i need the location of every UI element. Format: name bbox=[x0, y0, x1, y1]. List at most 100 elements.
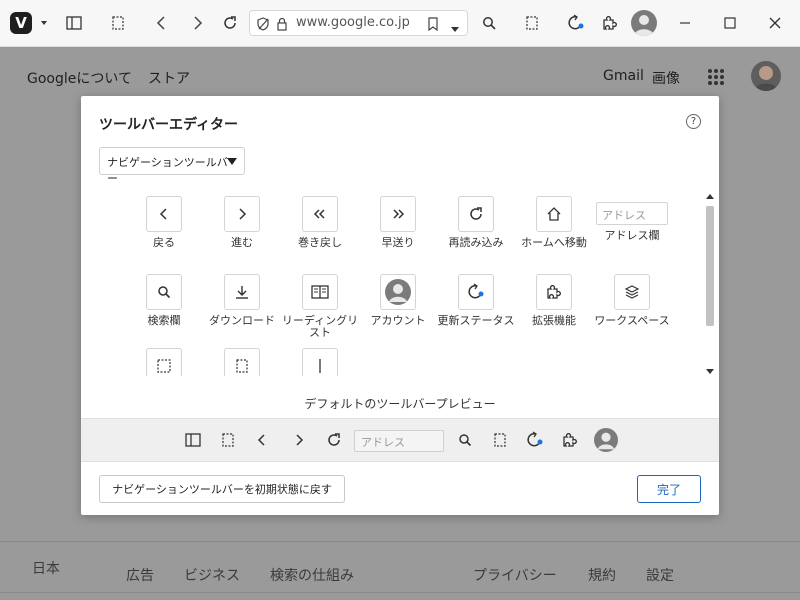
back-icon[interactable] bbox=[146, 196, 182, 232]
tool-reload[interactable]: 再読み込み bbox=[436, 196, 516, 249]
account-icon[interactable] bbox=[593, 427, 619, 453]
browser-toolbar: V www.google.co.jp bbox=[0, 0, 800, 47]
grid-scrollbar[interactable] bbox=[703, 192, 715, 376]
footer-how-search-works-link[interactable]: 検索の仕組み bbox=[270, 565, 354, 585]
toolbar-preview: アドレス bbox=[81, 418, 719, 462]
update-status-icon[interactable] bbox=[562, 9, 590, 37]
gmail-link[interactable]: Gmail bbox=[603, 68, 644, 84]
address-field-preview[interactable]: アドレス bbox=[596, 202, 668, 225]
scroll-thumb[interactable] bbox=[706, 206, 714, 326]
reading-list-icon[interactable] bbox=[302, 274, 338, 310]
tab-stack-icon[interactable] bbox=[104, 9, 132, 37]
tool-label: リーディングリスト bbox=[281, 314, 359, 339]
bookmark-icon[interactable] bbox=[427, 16, 439, 35]
minimize-icon[interactable] bbox=[671, 9, 699, 37]
preview-label: デフォルトのツールバープレビュー bbox=[304, 397, 496, 411]
tracker-blocker-icon[interactable] bbox=[256, 16, 270, 35]
apps-grid-icon[interactable] bbox=[707, 68, 725, 90]
forward-icon[interactable] bbox=[286, 427, 312, 453]
tool-address-field[interactable]: アドレス アドレス欄 bbox=[592, 192, 672, 242]
tool-label: 進む bbox=[231, 236, 253, 249]
account-icon[interactable] bbox=[380, 274, 416, 310]
profile-avatar[interactable] bbox=[751, 61, 781, 91]
url-text[interactable]: www.google.co.jp bbox=[296, 15, 410, 30]
tool-back[interactable]: 戻る bbox=[124, 196, 204, 249]
tool-forward[interactable]: 進む bbox=[202, 196, 282, 249]
tool-label: 検索欄 bbox=[147, 314, 181, 327]
rewind-icon[interactable] bbox=[302, 196, 338, 232]
images-link[interactable]: 画像 bbox=[652, 68, 680, 88]
home-icon[interactable] bbox=[536, 196, 572, 232]
tool-label: アドレス欄 bbox=[604, 229, 660, 242]
footer-business-link[interactable]: ビジネス bbox=[184, 565, 240, 585]
fixed-space-icon[interactable] bbox=[224, 348, 260, 376]
search-icon[interactable] bbox=[475, 9, 503, 37]
flexible-space-icon[interactable] bbox=[146, 348, 182, 376]
reload-icon[interactable] bbox=[321, 427, 347, 453]
address-bar[interactable]: www.google.co.jp bbox=[249, 10, 468, 36]
panel-toggle-icon[interactable] bbox=[180, 427, 206, 453]
country-label: 日本 bbox=[32, 561, 60, 577]
tool-home[interactable]: ホームへ移動 bbox=[514, 196, 594, 249]
address-dropdown-icon[interactable] bbox=[450, 19, 460, 38]
reload-icon[interactable] bbox=[458, 196, 494, 232]
fast-forward-icon[interactable] bbox=[380, 196, 416, 232]
extensions-icon[interactable] bbox=[536, 274, 572, 310]
back-icon[interactable] bbox=[249, 427, 275, 453]
forward-icon[interactable] bbox=[183, 9, 211, 37]
tool-fixed-space[interactable] bbox=[202, 348, 282, 376]
done-button[interactable]: 完了 bbox=[637, 475, 701, 503]
divider-icon[interactable] bbox=[302, 348, 338, 376]
tool-reading-list[interactable]: リーディングリスト bbox=[280, 274, 360, 339]
tool-search[interactable]: 検索欄 bbox=[124, 274, 204, 327]
store-link[interactable]: ストア bbox=[148, 68, 190, 88]
tool-label: アカウント bbox=[370, 314, 426, 327]
tool-fast-forward[interactable]: 早送り bbox=[358, 196, 438, 249]
scroll-down-icon[interactable] bbox=[706, 369, 714, 374]
search-icon[interactable] bbox=[146, 274, 182, 310]
tool-flexible-space[interactable] bbox=[124, 348, 204, 376]
close-icon[interactable] bbox=[761, 9, 789, 37]
workspace-icon[interactable] bbox=[487, 427, 513, 453]
tool-account[interactable]: アカウント bbox=[358, 274, 438, 327]
menu-chevron-icon[interactable] bbox=[30, 9, 58, 37]
about-google-link[interactable]: Googleについて bbox=[27, 68, 132, 88]
update-status-icon[interactable] bbox=[522, 427, 548, 453]
panel-toggle-icon[interactable] bbox=[60, 9, 88, 37]
back-icon[interactable] bbox=[148, 9, 176, 37]
help-icon[interactable]: ? bbox=[686, 114, 701, 129]
toolbar-select[interactable]: ナビゲーションツールバー bbox=[99, 147, 245, 185]
tool-update-status[interactable]: 更新ステータス bbox=[436, 274, 516, 327]
vivaldi-menu-icon[interactable]: V bbox=[10, 12, 32, 34]
extensions-icon[interactable] bbox=[557, 427, 583, 453]
footer-ads-link[interactable]: 広告 bbox=[126, 565, 154, 585]
footer-settings-link[interactable]: 設定 bbox=[646, 565, 674, 585]
tool-workspaces[interactable]: ワークスペース bbox=[592, 274, 672, 327]
reset-toolbar-button[interactable]: ナビゲーションツールバーを初期状態に戻す bbox=[99, 475, 345, 503]
address-field-preview[interactable]: アドレス bbox=[354, 430, 444, 452]
account-avatar[interactable] bbox=[631, 10, 657, 36]
tool-divider[interactable] bbox=[280, 348, 360, 376]
update-status-icon[interactable] bbox=[458, 274, 494, 310]
workspaces-icon[interactable] bbox=[614, 274, 650, 310]
tab-stack-icon[interactable] bbox=[215, 427, 241, 453]
toolbar-items-grid: 戻る 進む 巻き戻し 早送り 再読み込み ホームへ移動 アドレス アドレス欄 検… bbox=[81, 192, 703, 376]
toolbar-select-value: ナビゲーションツールバー bbox=[107, 156, 228, 185]
tool-rewind[interactable]: 巻き戻し bbox=[280, 196, 360, 249]
forward-icon[interactable] bbox=[224, 196, 260, 232]
workspace-icon[interactable] bbox=[518, 9, 546, 37]
tool-extensions[interactable]: 拡張機能 bbox=[514, 274, 594, 327]
scroll-up-icon[interactable] bbox=[706, 194, 714, 199]
search-icon[interactable] bbox=[452, 427, 478, 453]
download-icon[interactable] bbox=[224, 274, 260, 310]
footer-terms-link[interactable]: 規約 bbox=[588, 565, 616, 585]
tool-download[interactable]: ダウンロード bbox=[202, 274, 282, 327]
tool-label: ワークスペース bbox=[594, 314, 670, 327]
footer-privacy-link[interactable]: プライバシー bbox=[473, 565, 557, 585]
footer-country-bar: 日本 bbox=[0, 541, 800, 593]
chevron-down-icon bbox=[227, 158, 237, 165]
extensions-icon[interactable] bbox=[596, 9, 624, 37]
reload-icon[interactable] bbox=[216, 9, 244, 37]
lock-icon[interactable] bbox=[276, 16, 288, 35]
maximize-icon[interactable] bbox=[716, 9, 744, 37]
